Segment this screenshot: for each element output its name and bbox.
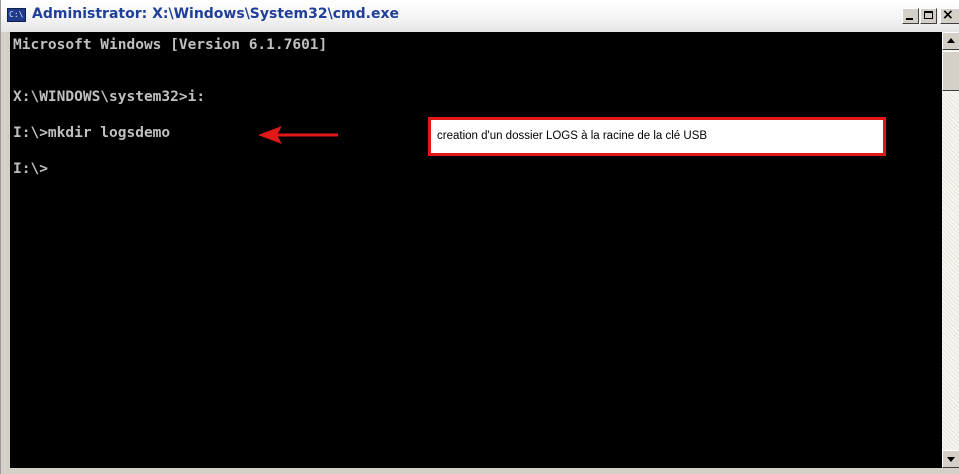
- console-line: Microsoft Windows [Version 6.1.7601]: [13, 37, 328, 53]
- arrow-down-icon: [947, 457, 955, 462]
- maximize-button[interactable]: [920, 8, 937, 24]
- minimize-button[interactable]: [902, 8, 919, 24]
- window-bottom-border: [1, 468, 959, 474]
- close-button[interactable]: ×: [940, 7, 959, 24]
- annotation-text: creation d'un dossier LOGS à la racine d…: [437, 130, 708, 142]
- console-output[interactable]: Microsoft Windows [Version 6.1.7601] X:\…: [10, 32, 942, 468]
- annotation-arrow-icon: [258, 126, 338, 144]
- title-bar[interactable]: C:\ Administrator: X:\Windows\System32\c…: [1, 0, 959, 32]
- close-icon: ×: [942, 7, 954, 23]
- maximize-icon: [924, 11, 933, 19]
- scroll-up-button[interactable]: [942, 32, 959, 50]
- scroll-thumb[interactable]: [942, 51, 959, 91]
- console-line: I:\>mkdir logsdemo: [13, 125, 171, 141]
- cmd-icon-glyph: C:\: [9, 10, 24, 19]
- annotation-callout: creation d'un dossier LOGS à la racine d…: [428, 117, 886, 156]
- cmd-window: C:\ Administrator: X:\Windows\System32\c…: [0, 0, 959, 474]
- minimize-icon: [906, 18, 913, 20]
- vertical-scrollbar[interactable]: [942, 32, 959, 468]
- console-line: X:\WINDOWS\system32>i:: [13, 89, 206, 105]
- console-line: I:\>: [13, 161, 48, 177]
- cmd-icon[interactable]: C:\: [7, 8, 26, 22]
- arrow-up-icon: [947, 38, 955, 43]
- window-title: Administrator: X:\Windows\System32\cmd.e…: [32, 6, 399, 22]
- scroll-down-button[interactable]: [942, 450, 959, 468]
